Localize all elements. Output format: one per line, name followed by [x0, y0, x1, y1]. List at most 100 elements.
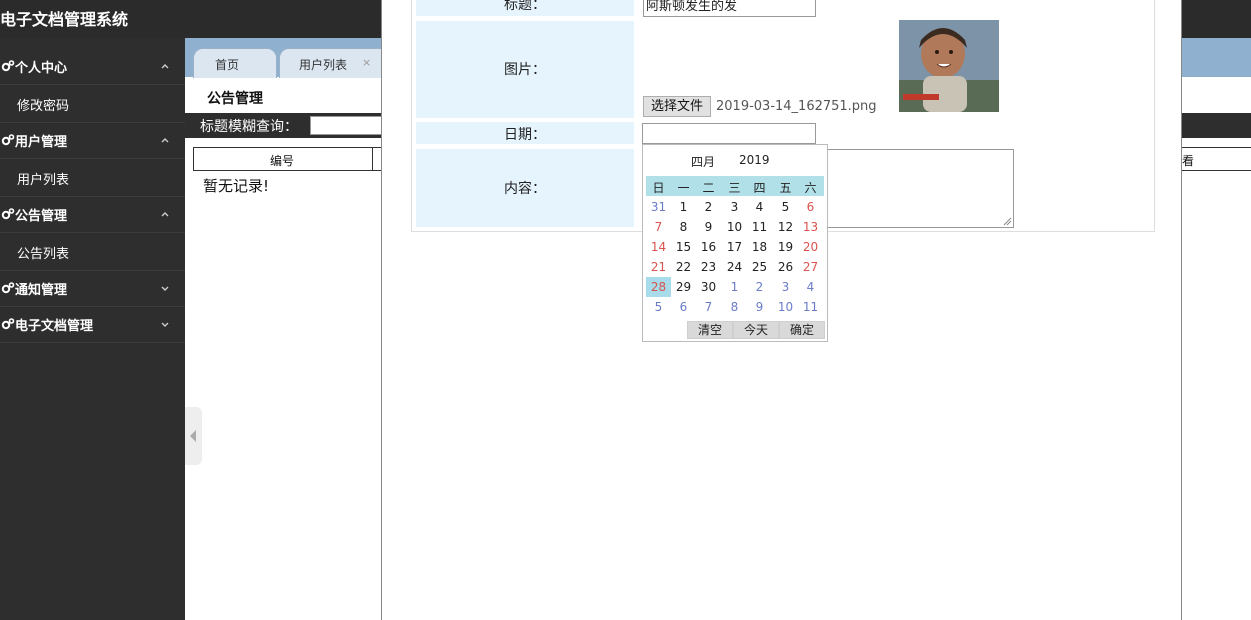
weekday-label: 五 [779, 181, 792, 195]
calendar-day[interactable]: 10 [773, 297, 798, 317]
ok-button[interactable]: 确定 [779, 321, 825, 339]
calendar-day[interactable]: 18 [747, 237, 772, 257]
weekday-label: 六 [804, 181, 817, 195]
calendar-day[interactable]: 5 [773, 197, 798, 217]
calendar-day[interactable]: 17 [722, 237, 747, 257]
tab-user-list[interactable]: 用户列表 × [279, 48, 391, 78]
sidebar-item-change-password[interactable]: 修改密码 [0, 85, 185, 123]
search-label: 标题模糊查询： [200, 119, 298, 135]
calendar-day[interactable]: 24 [722, 257, 747, 277]
gears-icon [1, 134, 15, 146]
arrow-left-icon [190, 430, 196, 442]
calendar-day[interactable]: 2 [747, 277, 772, 297]
weekday-label: 四 [753, 181, 766, 195]
calendar-day[interactable]: 27 [798, 257, 823, 277]
weekday-label: 日 [652, 181, 665, 195]
calendar-day[interactable]: 6 [798, 197, 823, 217]
calendar-day[interactable]: 8 [671, 217, 696, 237]
choose-file-button[interactable]: 选择文件 [643, 96, 711, 117]
weekday-label: 三 [728, 181, 741, 195]
image-label: 图片： [504, 62, 546, 78]
calendar-day[interactable]: 9 [747, 297, 772, 317]
sidebar-item-label: 修改密码 [17, 99, 70, 114]
calendar-day[interactable]: 29 [671, 277, 696, 297]
calendar-day[interactable]: 2 [696, 197, 721, 217]
sidebar-item-user-list[interactable]: 用户列表 [0, 159, 185, 197]
sidebar-group-notification-management[interactable]: 通知管理 [0, 270, 185, 307]
calendar-day[interactable]: 7 [646, 217, 671, 237]
content-label-cell: 内容： [416, 149, 634, 227]
gears-icon [1, 208, 15, 220]
calendar-day[interactable]: 1 [671, 197, 696, 217]
selected-file-name: 2019-03-14_162751.png [716, 99, 877, 114]
sidebar-group-user-management[interactable]: 用户管理 [0, 122, 185, 159]
calendar-day[interactable]: 12 [773, 217, 798, 237]
date-input[interactable] [642, 123, 816, 144]
calendar-day[interactable]: 20 [798, 237, 823, 257]
calendar-day[interactable]: 3 [773, 277, 798, 297]
section-title: 公告管理 [207, 91, 263, 107]
sidebar-group-notice-management[interactable]: 公告管理 [0, 196, 185, 233]
calendar-day[interactable]: 4 [798, 277, 823, 297]
calendar-day[interactable]: 3 [722, 197, 747, 217]
calendar-day[interactable]: 14 [646, 237, 671, 257]
clear-button[interactable]: 清空 [687, 321, 733, 339]
chevron-up-icon [161, 138, 169, 143]
picker-year[interactable]: 2019 [739, 153, 770, 167]
sidebar-group-document-management[interactable]: 电子文档管理 [0, 306, 185, 343]
calendar-day[interactable]: 4 [747, 197, 772, 217]
gears-icon [1, 60, 15, 72]
calendar-day[interactable]: 11 [747, 217, 772, 237]
calendar-day[interactable]: 16 [696, 237, 721, 257]
calendar-day[interactable]: 11 [798, 297, 823, 317]
calendar-day[interactable]: 9 [696, 217, 721, 237]
calendar-day[interactable]: 22 [671, 257, 696, 277]
chevron-down-icon [161, 322, 169, 327]
sidebar-group-label: 公告管理 [15, 209, 68, 224]
chevron-up-icon [161, 64, 169, 69]
sidebar-group-personal-center[interactable]: 个人中心 [0, 48, 185, 85]
sidebar: 个人中心 修改密码 用户管理 用户列表 公告管理 公告列表 通知管理 电子文档管… [0, 38, 185, 620]
column-header-id[interactable]: 编号 [270, 152, 294, 169]
sidebar-item-notice-list[interactable]: 公告列表 [0, 233, 185, 271]
gears-icon [1, 282, 15, 294]
sidebar-group-label: 个人中心 [15, 61, 68, 76]
today-button[interactable]: 今天 [733, 321, 779, 339]
calendar-day[interactable]: 21 [646, 257, 671, 277]
tab-label: 用户列表 [299, 58, 348, 72]
chevron-up-icon [161, 212, 169, 217]
date-label-cell: 日期： [416, 122, 634, 144]
calendar-day[interactable]: 31 [646, 197, 671, 217]
tab-home[interactable]: 首页 [193, 48, 277, 78]
calendar-day[interactable]: 28 [646, 277, 671, 297]
search-input[interactable] [310, 116, 392, 135]
date-picker: 四月 2019 日 一 二 三 四 五 六 31 1 2 3 4 5 6 7 8 9 10 11 12 1… [642, 144, 828, 342]
resize-grip-icon[interactable] [1003, 217, 1012, 226]
title-input[interactable]: 阿斯顿发生的发 [643, 0, 816, 17]
calendar-day[interactable]: 6 [671, 297, 696, 317]
content-textarea[interactable] [826, 149, 1014, 228]
sidebar-item-label: 用户列表 [17, 173, 70, 188]
calendar-day[interactable]: 8 [722, 297, 747, 317]
sidebar-collapse-handle[interactable] [185, 407, 202, 465]
calendar-day[interactable]: 25 [747, 257, 772, 277]
app-title: 电子文档管理系统 [0, 10, 129, 29]
gears-icon [1, 318, 15, 330]
calendar-day[interactable]: 5 [646, 297, 671, 317]
calendar-day[interactable]: 15 [671, 237, 696, 257]
picker-month[interactable]: 四月 [691, 153, 715, 170]
calendar-day[interactable]: 7 [696, 297, 721, 317]
calendar-day[interactable]: 19 [773, 237, 798, 257]
sidebar-group-label: 用户管理 [15, 135, 68, 150]
chevron-down-icon [161, 286, 169, 291]
empty-message: 暂无记录! [203, 177, 270, 195]
calendar-day[interactable]: 10 [722, 217, 747, 237]
calendar-day[interactable]: 13 [798, 217, 823, 237]
calendar-day[interactable]: 1 [722, 277, 747, 297]
column-header-view[interactable]: 看 [1182, 152, 1194, 169]
calendar-day[interactable]: 30 [696, 277, 721, 297]
calendar-day[interactable]: 23 [696, 257, 721, 277]
column-divider [372, 148, 373, 170]
calendar-day[interactable]: 26 [773, 257, 798, 277]
tab-close-icon[interactable]: × [362, 56, 371, 69]
